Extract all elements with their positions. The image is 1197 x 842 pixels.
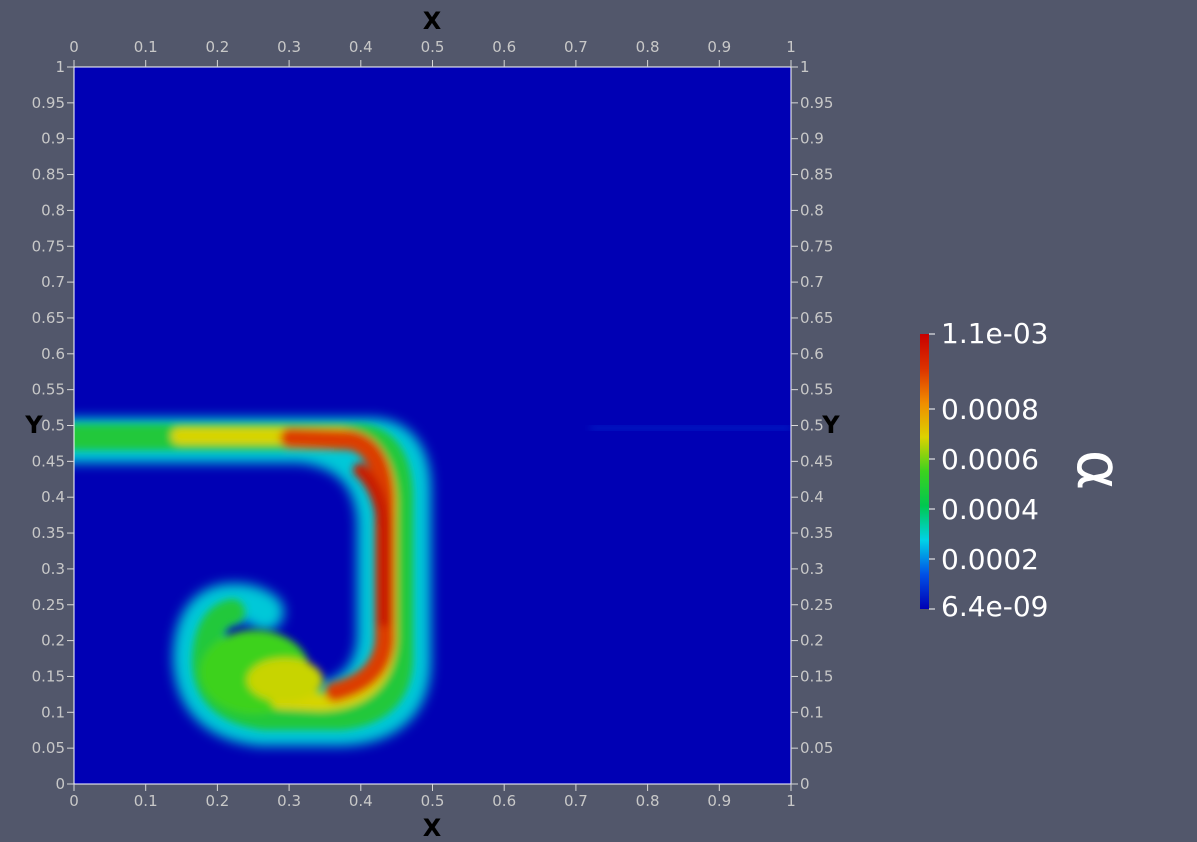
y-tick-label: 0.5 <box>41 417 65 435</box>
x-tick-label: 0.4 <box>349 38 373 56</box>
y-tick-label: 0.75 <box>800 237 833 255</box>
y-tick-label: 1 <box>800 58 810 76</box>
x-tick-label: 0.3 <box>277 38 301 56</box>
x-axis-bottom: 0 0.1 0.2 0.3 0.4 0.5 0.6 0.7 0.8 0.9 1 <box>69 784 796 810</box>
y-tick-label: 0.6 <box>41 345 65 363</box>
x-tick-label: 0.8 <box>636 792 660 810</box>
y-tick-label: 0.7 <box>800 273 824 291</box>
colorbar-gradient <box>920 334 929 609</box>
y-tick-label: 0.4 <box>41 488 65 506</box>
x-tick-label: 0.6 <box>492 38 516 56</box>
colorbar-title: α <box>1063 450 1136 491</box>
y-axis-title-left: Y <box>24 411 43 439</box>
colorbar: 0.0008 0.0006 0.0004 0.0002 1.1e-03 6.4e-09… <box>920 317 1136 623</box>
y-tick-label: 0.6 <box>800 345 824 363</box>
y-tick-label: 0.2 <box>800 632 824 650</box>
colorbar-tick-label: 0.0006 <box>941 443 1039 476</box>
y-tick-label: 0.15 <box>800 667 833 685</box>
x-tick-label: 0.3 <box>277 792 301 810</box>
y-tick-label: 0.55 <box>32 381 65 399</box>
y-tick-label: 0 <box>55 775 65 793</box>
colorbar-tick-label: 0.0008 <box>941 393 1039 426</box>
y-tick-label: 0.2 <box>41 632 65 650</box>
y-tick-label: 0.1 <box>41 703 65 721</box>
x-tick-label: 0.9 <box>707 792 731 810</box>
y-tick-label: 0.15 <box>32 667 65 685</box>
y-tick-label: 0.35 <box>32 524 65 542</box>
colorbar-ticks: 0.0008 0.0006 0.0004 0.0002 <box>929 333 1039 610</box>
y-tick-label: 0 <box>800 775 810 793</box>
colorbar-max-label: 1.1e-03 <box>941 317 1049 350</box>
y-tick-label: 0.65 <box>32 309 65 327</box>
y-tick-label: 0.45 <box>800 452 833 470</box>
x-tick-label: 0.1 <box>134 38 158 56</box>
x-tick-label: 0.2 <box>205 38 229 56</box>
x-tick-label: 0.5 <box>421 792 445 810</box>
x-tick-label: 0.6 <box>492 792 516 810</box>
y-tick-label: 0.65 <box>800 309 833 327</box>
y-tick-label: 0.9 <box>41 130 65 148</box>
x-tick-label: 0.2 <box>205 792 229 810</box>
y-tick-label: 0.3 <box>800 560 824 578</box>
x-tick-label: 0.1 <box>134 792 158 810</box>
x-tick-label: 1 <box>786 38 796 56</box>
colorbar-min-label: 6.4e-09 <box>941 590 1049 623</box>
x-axis-title-bottom: X <box>423 814 442 838</box>
x-tick-label: 0 <box>69 38 79 56</box>
y-tick-label: 0.05 <box>800 739 833 757</box>
x-tick-label: 0 <box>69 792 79 810</box>
x-axis-title-top: X <box>423 7 442 35</box>
y-tick-label: 0.35 <box>800 524 833 542</box>
y-tick-label: 0.1 <box>800 703 824 721</box>
y-tick-label: 0.4 <box>800 488 824 506</box>
heatmap-chart: 0 0.1 0.2 0.3 0.4 0.5 0.6 0.7 0.8 0.9 1 0 0.1 0.2 0.3… <box>24 7 1136 842</box>
y-tick-label: 0.55 <box>800 381 833 399</box>
y-tick-label: 0.5 <box>800 417 824 435</box>
y-axis-title-right: Y <box>821 411 840 439</box>
y-tick-label: 1 <box>55 58 65 76</box>
y-tick-label: 0.25 <box>32 596 65 614</box>
plot-stage: 0 0.1 0.2 0.3 0.4 0.5 0.6 0.7 0.8 0.9 1 0 0.1 0.2 0.3… <box>0 0 1197 842</box>
x-tick-label: 0.5 <box>421 38 445 56</box>
x-tick-label: 0.7 <box>564 38 588 56</box>
y-tick-label: 0.8 <box>800 201 824 219</box>
x-axis-top: 0 0.1 0.2 0.3 0.4 0.5 0.6 0.7 0.8 0.9 1 <box>69 38 796 67</box>
y-tick-label: 0.9 <box>800 130 824 148</box>
x-tick-label: 1 <box>786 792 796 810</box>
x-tick-label: 0.9 <box>707 38 731 56</box>
y-tick-label: 0.25 <box>800 596 833 614</box>
y-tick-label: 0.85 <box>800 166 833 184</box>
y-tick-label: 0.95 <box>800 94 833 112</box>
x-tick-label: 0.7 <box>564 792 588 810</box>
y-tick-label: 0.45 <box>32 452 65 470</box>
x-tick-label: 0.4 <box>349 792 373 810</box>
y-tick-label: 0.7 <box>41 273 65 291</box>
x-tick-label: 0.8 <box>636 38 660 56</box>
y-tick-label: 0.05 <box>32 739 65 757</box>
y-tick-label: 0.75 <box>32 237 65 255</box>
colorbar-tick-label: 0.0002 <box>941 543 1039 576</box>
colorbar-tick-label: 0.0004 <box>941 493 1039 526</box>
y-tick-label: 0.8 <box>41 201 65 219</box>
y-tick-label: 0.85 <box>32 166 65 184</box>
y-tick-label: 0.3 <box>41 560 65 578</box>
y-tick-label: 0.95 <box>32 94 65 112</box>
